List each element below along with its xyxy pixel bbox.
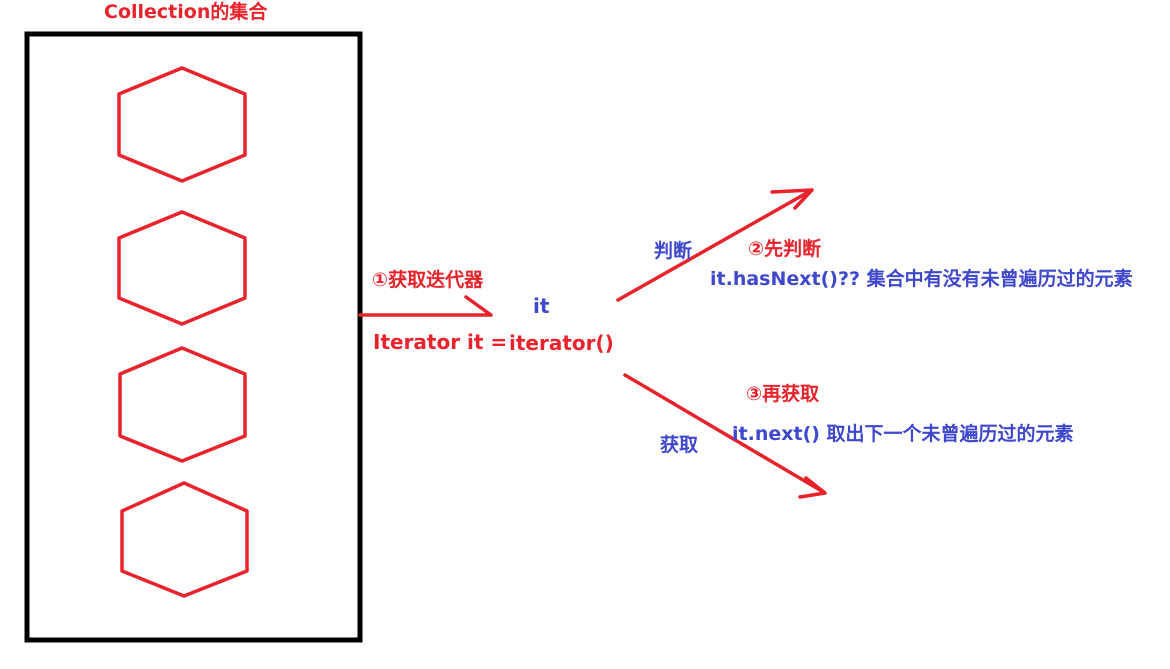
collection-box <box>24 31 363 643</box>
iterator-declaration: Iterator it = <box>373 330 508 354</box>
judge-action-label: 判断 <box>654 240 693 262</box>
get-iterator-arrow <box>358 295 493 317</box>
next-code: it.next() 取出下一个未曾遍历过的元素 <box>732 423 1074 445</box>
collection-element-hexagon <box>117 210 247 326</box>
step3-label: ③再获取 <box>746 383 820 405</box>
step1-label: ①获取迭代器 <box>372 269 484 291</box>
step2-label: ②先判断 <box>748 238 822 260</box>
iterator-method-call: iterator() <box>509 331 614 355</box>
iterator-variable: it <box>533 294 550 318</box>
collection-element-hexagon <box>118 346 247 463</box>
collection-title: Collection的集合 <box>104 1 268 23</box>
fetch-action-label: 获取 <box>660 434 699 456</box>
collection-element-hexagon <box>117 66 247 183</box>
has-next-code: it.hasNext()?? 集合中有没有未曾遍历过的元素 <box>710 268 1133 290</box>
collection-element-hexagon <box>120 481 249 598</box>
